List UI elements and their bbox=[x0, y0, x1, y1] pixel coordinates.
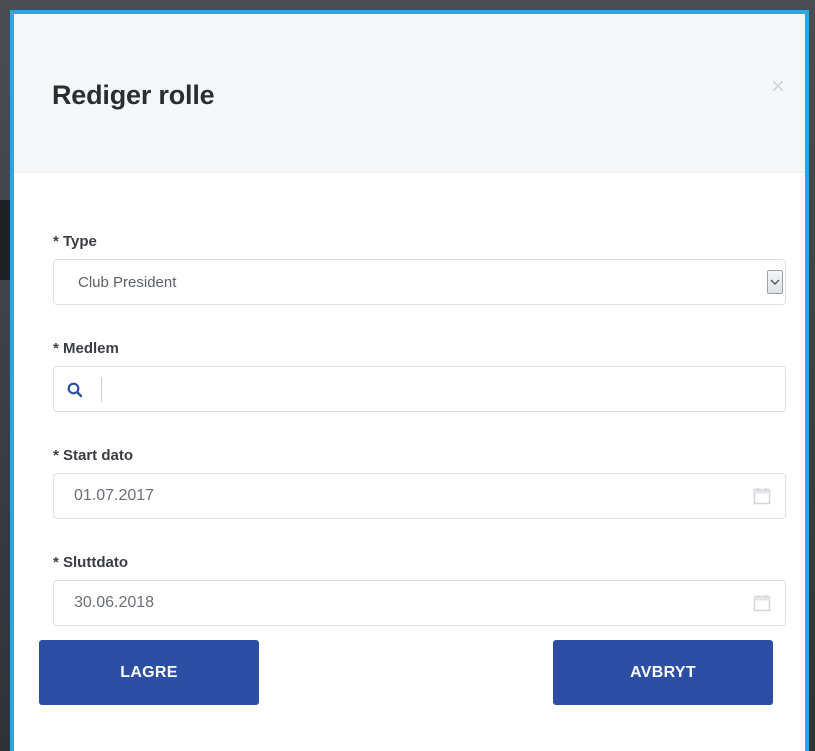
start-date-value: 01.07.2017 bbox=[74, 487, 155, 504]
dialog-title: Rediger rolle bbox=[52, 80, 215, 110]
type-label: * Type bbox=[53, 233, 97, 250]
end-date-value: 30.06.2018 bbox=[74, 594, 155, 611]
save-button[interactable]: LAGRE bbox=[39, 640, 259, 705]
end-date-label: * Sluttdato bbox=[53, 554, 128, 571]
dialog-header: Rediger rolle × bbox=[14, 14, 805, 173]
start-date-label: * Start dato bbox=[53, 447, 134, 464]
member-label: * Medlem bbox=[53, 340, 119, 357]
start-date-field[interactable]: 01.07.2017 bbox=[53, 473, 786, 519]
app-backdrop: Rediger rolle × * Type Club President * … bbox=[0, 0, 815, 751]
calendar-icon[interactable] bbox=[753, 487, 771, 505]
type-select-value: Club President bbox=[78, 274, 177, 291]
search-divider bbox=[101, 377, 102, 402]
type-select[interactable]: Club President bbox=[53, 259, 786, 305]
cancel-button[interactable]: AVBRYT bbox=[553, 640, 773, 705]
backdrop-content-edge bbox=[0, 200, 10, 280]
end-date-field[interactable]: 30.06.2018 bbox=[53, 580, 786, 626]
calendar-icon[interactable] bbox=[753, 594, 771, 612]
close-button[interactable]: × bbox=[765, 74, 791, 100]
member-search-field bbox=[53, 366, 786, 412]
close-icon: × bbox=[770, 73, 785, 100]
chevron-down-icon[interactable] bbox=[767, 270, 783, 294]
search-icon bbox=[66, 381, 84, 399]
member-search-input[interactable] bbox=[104, 368, 783, 412]
